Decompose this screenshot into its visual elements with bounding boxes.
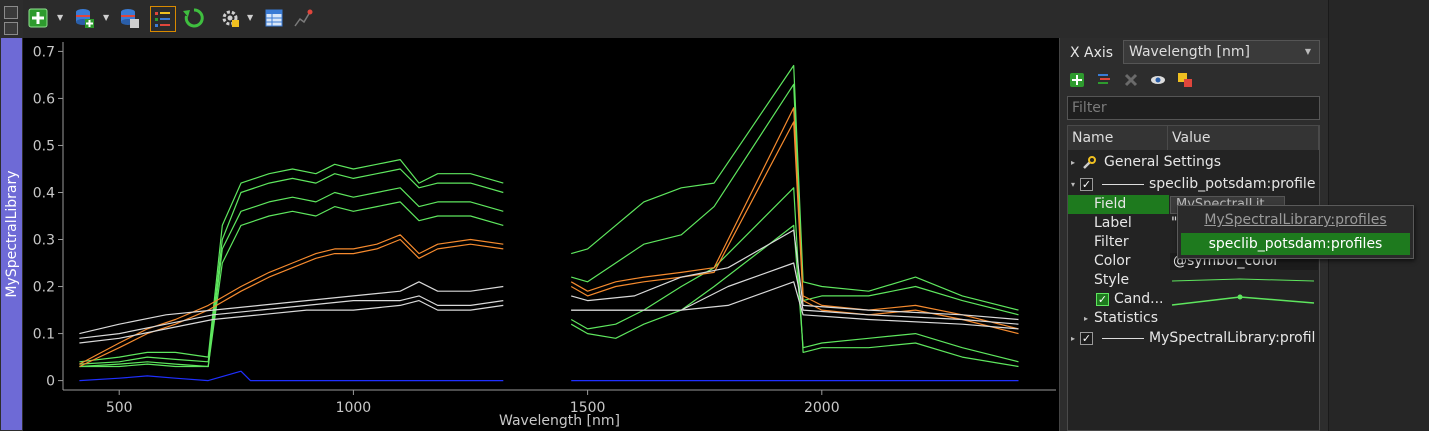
- filter-placeholder: Filter: [1072, 100, 1107, 116]
- vertical-tab-myspectrallibrary[interactable]: MySpectralLibrary: [1, 38, 22, 430]
- settings-icon[interactable]: [219, 7, 241, 29]
- series-5-segment-1: [570, 121, 1019, 335]
- add-profile-dropdown-arrow[interactable]: ▼: [57, 14, 65, 22]
- candidates-checkbox[interactable]: ✓: [1096, 293, 1109, 306]
- series-7-segment-1: [571, 262, 1019, 325]
- expand-arrow-icon[interactable]: ▸: [1071, 153, 1075, 172]
- undock-icon[interactable]: [4, 6, 18, 19]
- x-axis-title: Wavelength [nm]: [499, 413, 620, 429]
- y-tick-label: 0.2: [33, 280, 55, 296]
- profile2-line-preview: [1102, 338, 1144, 339]
- filter-input[interactable]: Filter: [1067, 96, 1320, 120]
- tree-row-profile-myspectrallibrary[interactable]: ▸ ✓ MySpectralLibrary:profil: [1068, 329, 1319, 348]
- series-9-segment-0: [79, 370, 504, 382]
- load-library-icon[interactable]: [118, 7, 140, 29]
- remove-icon[interactable]: [1123, 72, 1139, 88]
- tree-row-statistics[interactable]: ▸ Statistics: [1068, 309, 1319, 328]
- add-profile-small-icon[interactable]: [1069, 72, 1085, 88]
- x-tick-label: 500: [106, 400, 133, 416]
- label-label: Label: [1094, 215, 1132, 231]
- y-tick-label: 0.3: [33, 233, 55, 249]
- statistics-label: Statistics: [1094, 310, 1158, 326]
- wrench-icon: [1082, 156, 1096, 170]
- profile1-checkbox[interactable]: ✓: [1080, 178, 1093, 191]
- settings-tree[interactable]: Name Value ▸ General Settings ▾ ✓ specli…: [1067, 125, 1320, 431]
- add-layer-dropdown-arrow[interactable]: ▼: [103, 14, 111, 22]
- series-6-segment-1: [571, 229, 1019, 321]
- y-tick-label: 0.7: [33, 44, 55, 60]
- chart-svg: 00.10.20.30.40.50.60.7500 1000 1500 2000Wav…: [33, 42, 1056, 429]
- color-label: Color: [1094, 253, 1131, 269]
- collapse-arrow-icon[interactable]: ▾: [1071, 175, 1075, 194]
- profile1-line-preview: [1102, 184, 1144, 185]
- y-tick-label: 0.1: [33, 327, 55, 343]
- tree-row-candidates[interactable]: ✓ Cand...: [1068, 290, 1319, 309]
- y-tick-label: 0.4: [33, 185, 55, 201]
- y-tick-label: 0.6: [33, 91, 55, 107]
- series-3-segment-0: [79, 201, 504, 368]
- filter-label: Filter: [1094, 234, 1129, 250]
- series-1-segment-0: [79, 168, 504, 365]
- refresh-icon[interactable]: [183, 7, 205, 29]
- toolbar: ▼ ▼ ▼: [23, 0, 1328, 38]
- tree-row-general-settings[interactable]: ▸ General Settings: [1068, 153, 1319, 172]
- series-2-segment-0: [79, 187, 504, 368]
- field-dropdown-list[interactable]: MySpectralLibrary:profiles speclib_potsd…: [1177, 205, 1414, 259]
- visibility-icon[interactable]: [1150, 72, 1166, 88]
- profile1-name: speclib_potsdam:profile: [1149, 176, 1316, 192]
- add-profile-icon[interactable]: [27, 7, 49, 29]
- y-tick-label: 0: [46, 374, 55, 390]
- y-tick-label: 0.5: [33, 138, 55, 154]
- series-3-segment-1: [570, 224, 1019, 363]
- general-settings-label: General Settings: [1104, 154, 1222, 170]
- settings-dropdown-arrow[interactable]: ▼: [247, 14, 255, 22]
- column-header-name[interactable]: Name: [1068, 126, 1168, 150]
- x-axis-label: X Axis: [1070, 45, 1114, 61]
- x-tick-label: 1000: [336, 400, 372, 416]
- style-label: Style: [1094, 272, 1130, 288]
- expand-arrow-icon[interactable]: ▸: [1071, 329, 1075, 348]
- series-2-segment-1: [570, 187, 1019, 368]
- series-8-segment-1: [571, 281, 1019, 330]
- x-axis-select-value: Wavelength [nm]: [1129, 44, 1250, 60]
- series-5-segment-0: [79, 238, 504, 368]
- candidates-label: Cand...: [1114, 291, 1164, 307]
- profile-list-icon[interactable]: [150, 6, 176, 32]
- tree-row-profile-speclib[interactable]: ▾ ✓ speclib_potsdam:profile: [1068, 175, 1319, 194]
- expand-arrow-icon[interactable]: ▸: [1084, 309, 1088, 328]
- profile-list-small-icon[interactable]: [1096, 72, 1112, 88]
- series-6-segment-0: [79, 281, 504, 335]
- field-label: Field: [1094, 196, 1127, 212]
- dropdown-option-speclib-potsdam[interactable]: speclib_potsdam:profiles: [1181, 233, 1410, 255]
- x-axis-select[interactable]: Wavelength [nm] ▼: [1123, 40, 1320, 64]
- column-header-value[interactable]: Value: [1168, 126, 1319, 150]
- chevron-down-icon: ▼: [1304, 47, 1311, 56]
- x-tick-label: 2000: [804, 400, 840, 416]
- dropdown-option-myspectrallibrary[interactable]: MySpectralLibrary:profiles: [1181, 209, 1410, 231]
- color-icon[interactable]: [1177, 72, 1193, 88]
- spectral-plot[interactable]: 0 0.1 0.2 0.3 0.4 0.5 0.6 0.7 500 1000 1500 2000 Wav…: [23, 38, 1059, 431]
- add-layer-icon[interactable]: [73, 7, 95, 29]
- profile2-name: MySpectralLibrary:profil: [1149, 330, 1316, 346]
- table-icon[interactable]: [263, 7, 285, 29]
- spectral-tool-icon[interactable]: [293, 7, 315, 29]
- close-dock-icon[interactable]: [4, 22, 18, 35]
- vertical-tab-label: MySpectralLibrary: [3, 170, 20, 298]
- profile2-checkbox[interactable]: ✓: [1080, 332, 1093, 345]
- tree-row-field[interactable]: Field: [1068, 195, 1169, 214]
- series-4-segment-0: [79, 234, 504, 365]
